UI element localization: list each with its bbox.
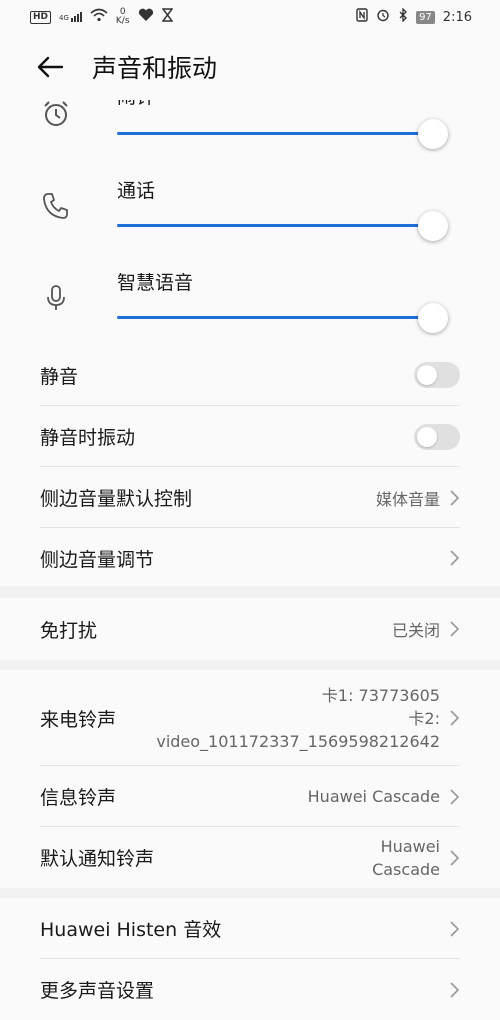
smart-voice-volume-thumb[interactable] [418,303,448,333]
ringtones-card: 来电铃声 卡1: 73773605 卡2: video_101172337_15… [0,670,500,888]
dnd-row[interactable]: 免打扰 已关闭 [40,598,460,660]
incoming-card2-value: video_101172337_1569598212642 [156,731,440,751]
histen-label: Huawei Histen 音效 [40,919,222,941]
volume-and-toggles-card: 闹钟 通话 智慧语音 静音 静音时振动 侧边音量默认控制 媒体音量 [0,100,500,586]
mute-label: 静音 [40,365,79,388]
page-title: 声音和振动 [92,54,218,83]
chevron-right-icon [450,920,460,937]
network-speed: 0 K/s [115,7,130,26]
smart-voice-volume-row: 智慧语音 [0,262,500,354]
call-volume-thumb[interactable] [418,211,448,241]
alarm-status-icon [376,8,390,26]
smart-voice-volume-label: 智慧语音 [117,272,194,294]
nfc-icon [356,8,368,26]
incoming-ringtone-label: 来电铃声 [40,708,117,731]
bluetooth-icon [398,7,408,26]
alarm-volume-track[interactable] [117,132,433,135]
notification-ringtone-value-line1: Huawei [380,836,440,856]
more-settings-card: Huawei Histen 音效 更多声音设置 [0,898,500,1020]
side-volume-adjust-label: 侧边音量调节 [40,548,155,571]
signal-icon: 4G [59,12,82,22]
notification-ringtone-label: 默认通知铃声 [40,848,155,870]
chevron-right-icon [450,849,460,866]
call-volume-track[interactable] [117,224,433,227]
battery-indicator: 97 [416,10,435,24]
vibrate-on-mute-label: 静音时振动 [40,427,136,449]
hourglass-icon [161,8,174,26]
dnd-value: 已关闭 [391,621,440,640]
call-volume-row: 通话 [0,170,500,262]
histen-row[interactable]: Huawei Histen 音效 [40,898,460,959]
status-bar: HD 4G 0 K/s 97 2:16 [0,0,500,34]
mute-toggle[interactable] [414,362,460,388]
status-time: 2:16 [442,9,472,25]
more-sound-settings-row[interactable]: 更多声音设置 [40,959,460,1020]
message-ringtone-row[interactable]: 信息铃声 Huawei Cascade [40,766,460,827]
call-volume-label: 通话 [117,180,156,202]
side-volume-default-value: 媒体音量 [375,489,440,509]
vibrate-on-mute-row[interactable]: 静音时振动 [40,406,460,467]
chevron-right-icon [450,710,460,726]
heart-icon [138,8,154,26]
message-ringtone-label: 信息铃声 [40,787,117,809]
dnd-card: 免打扰 已关闭 [0,598,500,660]
app-header: 声音和振动 [0,34,500,100]
notification-ringtone-row[interactable]: 默认通知铃声 Huawei Cascade [40,827,460,888]
mute-row[interactable]: 静音 [40,344,460,406]
vibrate-on-mute-toggle[interactable] [414,423,460,450]
incoming-card1-value: 卡1: 73773605 [321,685,440,705]
side-volume-adjust-row[interactable]: 侧边音量调节 [40,528,460,586]
wifi-icon [90,8,108,26]
alarm-clock-icon [40,100,72,130]
back-button[interactable] [36,47,76,87]
chevron-right-icon [450,788,460,805]
alarm-volume-thumb[interactable] [418,119,448,149]
dnd-label: 免打扰 [40,619,98,642]
alarm-volume-row: 闹钟 [0,100,500,170]
hd-badge: HD [30,10,52,24]
alarm-volume-label: 闹钟 [117,100,155,109]
chevron-right-icon [450,550,460,566]
smart-voice-volume-track[interactable] [117,316,433,319]
side-volume-default-label: 侧边音量默认控制 [40,488,193,510]
arrow-left-icon [37,56,64,78]
chevron-right-icon [450,621,460,637]
phone-icon [40,190,72,222]
incoming-ringtone-row[interactable]: 来电铃声 卡1: 73773605 卡2: video_101172337_15… [40,670,460,766]
incoming-card2-label: 卡2: [408,708,440,728]
notification-ringtone-value-line2: Cascade [372,859,440,879]
message-ringtone-value: Huawei Cascade [307,787,440,806]
chevron-right-icon [450,981,460,998]
side-volume-default-row[interactable]: 侧边音量默认控制 媒体音量 [40,467,460,528]
microphone-icon [40,282,72,314]
more-sound-settings-label: 更多声音设置 [40,980,155,1002]
chevron-right-icon [450,489,460,506]
